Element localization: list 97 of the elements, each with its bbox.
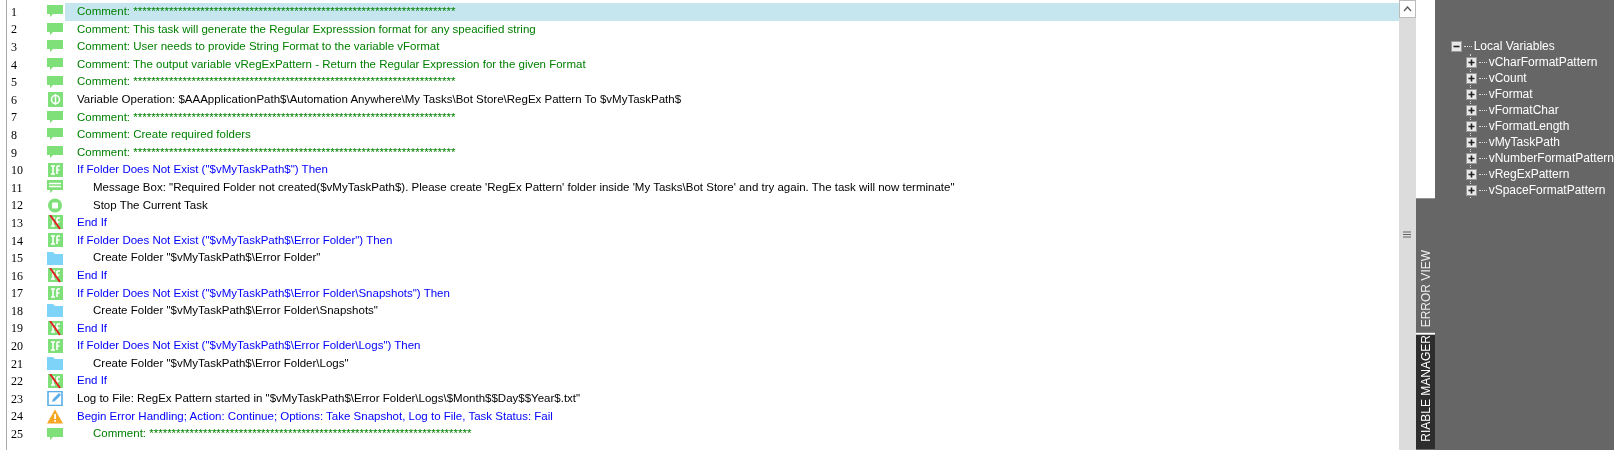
collapse-icon[interactable] <box>1450 40 1462 52</box>
expand-icon[interactable] <box>1465 88 1477 100</box>
line-number: 12 <box>10 197 24 215</box>
speech-bubble-icon <box>47 127 63 143</box>
task-line[interactable]: Log to File: RegEx Pattern started in "$vMyTaskPath$\Error Folder\Logs\$Month$$Day$$Year$.txt" <box>65 390 1399 408</box>
tree-item-label[interactable]: vFormatChar <box>1488 101 1559 119</box>
task-line[interactable]: Message Box: "Required Folder not created($vMyTaskPath$). Please create 'RegEx Pattern' folder inside 'My Tasks\Bot Store' and try again. The task will now terminate" <box>65 178 1399 197</box>
line-number: 3 <box>10 39 18 56</box>
line-number: 17 <box>10 285 24 303</box>
task-line[interactable]: Comment: User needs to provide String Format to the variable vFormat <box>65 38 1399 56</box>
task-line[interactable]: If Folder Does Not Exist ("$vMyTaskPath$\Error Folder") Then <box>65 231 1399 250</box>
task-line[interactable]: Stop The Current Task <box>65 196 1399 215</box>
task-line[interactable]: Comment: ************************************************************************ <box>65 425 1399 443</box>
task-line[interactable]: Create Folder "$vMyTaskPath$\Error Folder" <box>65 249 1399 267</box>
expand-icon[interactable] <box>1465 120 1477 132</box>
warning-icon <box>47 408 63 424</box>
expand-icon[interactable] <box>1465 72 1477 84</box>
tree-item-label[interactable]: vFormatLength <box>1488 117 1570 135</box>
task-line[interactable]: End If <box>65 372 1399 391</box>
expand-icon[interactable] <box>1465 56 1477 68</box>
line-number: 4 <box>10 56 18 74</box>
speech-bubble-icon <box>47 39 63 55</box>
line-number: 15 <box>10 250 24 268</box>
tree-item-label[interactable]: vRegExPattern <box>1488 165 1570 183</box>
line-number: 13 <box>10 214 24 232</box>
line-number: 6 <box>10 91 18 109</box>
folder-icon <box>47 250 63 266</box>
message-icon <box>47 180 63 196</box>
expand-icon[interactable] <box>1465 168 1477 180</box>
line-number: 8 <box>10 126 18 144</box>
line-number: 21 <box>10 355 24 373</box>
task-line[interactable]: If Folder Does Not Exist ("$vMyTaskPath$\Error Folder\Logs") Then <box>65 337 1399 355</box>
task-line[interactable]: If Folder Does Not Exist ("$vMyTaskPath$\Error Folder\Snapshots") Then <box>65 284 1399 303</box>
tree-item-label[interactable]: vMyTaskPath <box>1488 133 1560 151</box>
scroll-up-button[interactable] <box>1398 0 1416 18</box>
tree-item-label[interactable]: Local Variables <box>1473 37 1555 55</box>
folder-icon <box>47 356 63 372</box>
task-line[interactable]: Comment: The output variable vRegExPattern - Return the Regular Expression for the given Format <box>65 55 1399 74</box>
line-number: 2 <box>10 21 18 39</box>
edit-icon <box>47 391 63 407</box>
speech-bubble-icon <box>47 74 63 90</box>
tree-item-label[interactable]: vFormat <box>1488 85 1533 103</box>
task-line[interactable]: Comment: This task will generate the Regular Expresssion format for any speacified string <box>65 20 1399 39</box>
crossed-branch-icon <box>47 215 63 231</box>
line-number: 9 <box>10 144 18 162</box>
stop-icon <box>47 197 63 213</box>
speech-bubble-icon <box>47 145 63 161</box>
task-line[interactable]: End If <box>65 319 1399 338</box>
line-number: 10 <box>10 162 24 180</box>
task-line[interactable]: Comment: ************************************************************************ <box>65 73 1399 91</box>
line-number: 22 <box>10 373 24 391</box>
line-number: 25 <box>10 426 24 444</box>
folder-icon <box>47 303 63 319</box>
speech-bubble-icon <box>47 21 63 37</box>
speech-bubble-icon <box>47 4 63 20</box>
crossed-branch-icon <box>47 321 63 336</box>
line-number: 1 <box>10 3 18 21</box>
crossed-branch-icon <box>47 373 63 389</box>
tree-item-label[interactable]: vSpaceFormatPattern <box>1488 181 1606 199</box>
line-number: 16 <box>10 267 24 285</box>
line-number: 18 <box>10 302 24 320</box>
line-number: 19 <box>10 320 24 338</box>
expand-icon[interactable] <box>1465 152 1477 164</box>
speech-bubble-icon <box>47 426 63 442</box>
task-line[interactable]: Variable Operation: $AAApplicationPath$\Automation Anywhere\My Tasks\Bot Store\RegEx Pattern To $vMyTaskPath$ <box>65 90 1399 109</box>
task-line[interactable]: End If <box>65 214 1399 232</box>
branch-icon <box>47 338 63 354</box>
line-number: 11 <box>10 179 24 197</box>
branch-icon <box>47 285 63 301</box>
expand-icon[interactable] <box>1465 136 1477 148</box>
tree-item-label[interactable]: vCount <box>1488 69 1527 87</box>
tree-item-label[interactable]: vCharFormatPattern <box>1488 53 1598 71</box>
line-number: 20 <box>10 338 24 356</box>
speech-bubble-icon <box>47 109 63 125</box>
task-line[interactable]: Create Folder "$vMyTaskPath$\Error Folder\Snapshots" <box>65 302 1399 320</box>
task-line[interactable]: Create Folder "$vMyTaskPath$\Error Folder\Logs" <box>65 354 1399 373</box>
line-number: 5 <box>10 74 18 92</box>
line-number: 7 <box>10 109 18 127</box>
crossed-branch-icon <box>47 268 63 284</box>
task-line[interactable]: Begin Error Handling; Action: Continue; Options: Take Snapshot, Log to File, Task Status: Fail <box>65 407 1399 426</box>
task-line[interactable]: End If <box>65 266 1399 285</box>
tree-item-label[interactable]: vNumberFormatPattern <box>1488 149 1614 167</box>
branch-icon <box>47 233 63 248</box>
line-number: 14 <box>10 232 24 250</box>
caret-icon <box>1402 6 1412 12</box>
task-line[interactable]: Comment: Create required folders <box>65 126 1399 144</box>
line-number: 23 <box>10 390 24 408</box>
task-line[interactable]: Comment: ************************************************************************ <box>65 143 1399 162</box>
task-line[interactable]: Comment: ************************************************************************ <box>65 108 1399 127</box>
speech-bubble-icon <box>47 57 63 73</box>
expand-icon[interactable] <box>1465 104 1477 116</box>
coin-icon <box>47 92 63 108</box>
expand-icon[interactable] <box>1465 184 1477 196</box>
branch-icon <box>47 162 63 178</box>
task-line[interactable]: If Folder Does Not Exist ("$vMyTaskPath$") Then <box>65 161 1399 179</box>
line-number: 24 <box>10 408 24 426</box>
grip-icon <box>1403 230 1412 238</box>
